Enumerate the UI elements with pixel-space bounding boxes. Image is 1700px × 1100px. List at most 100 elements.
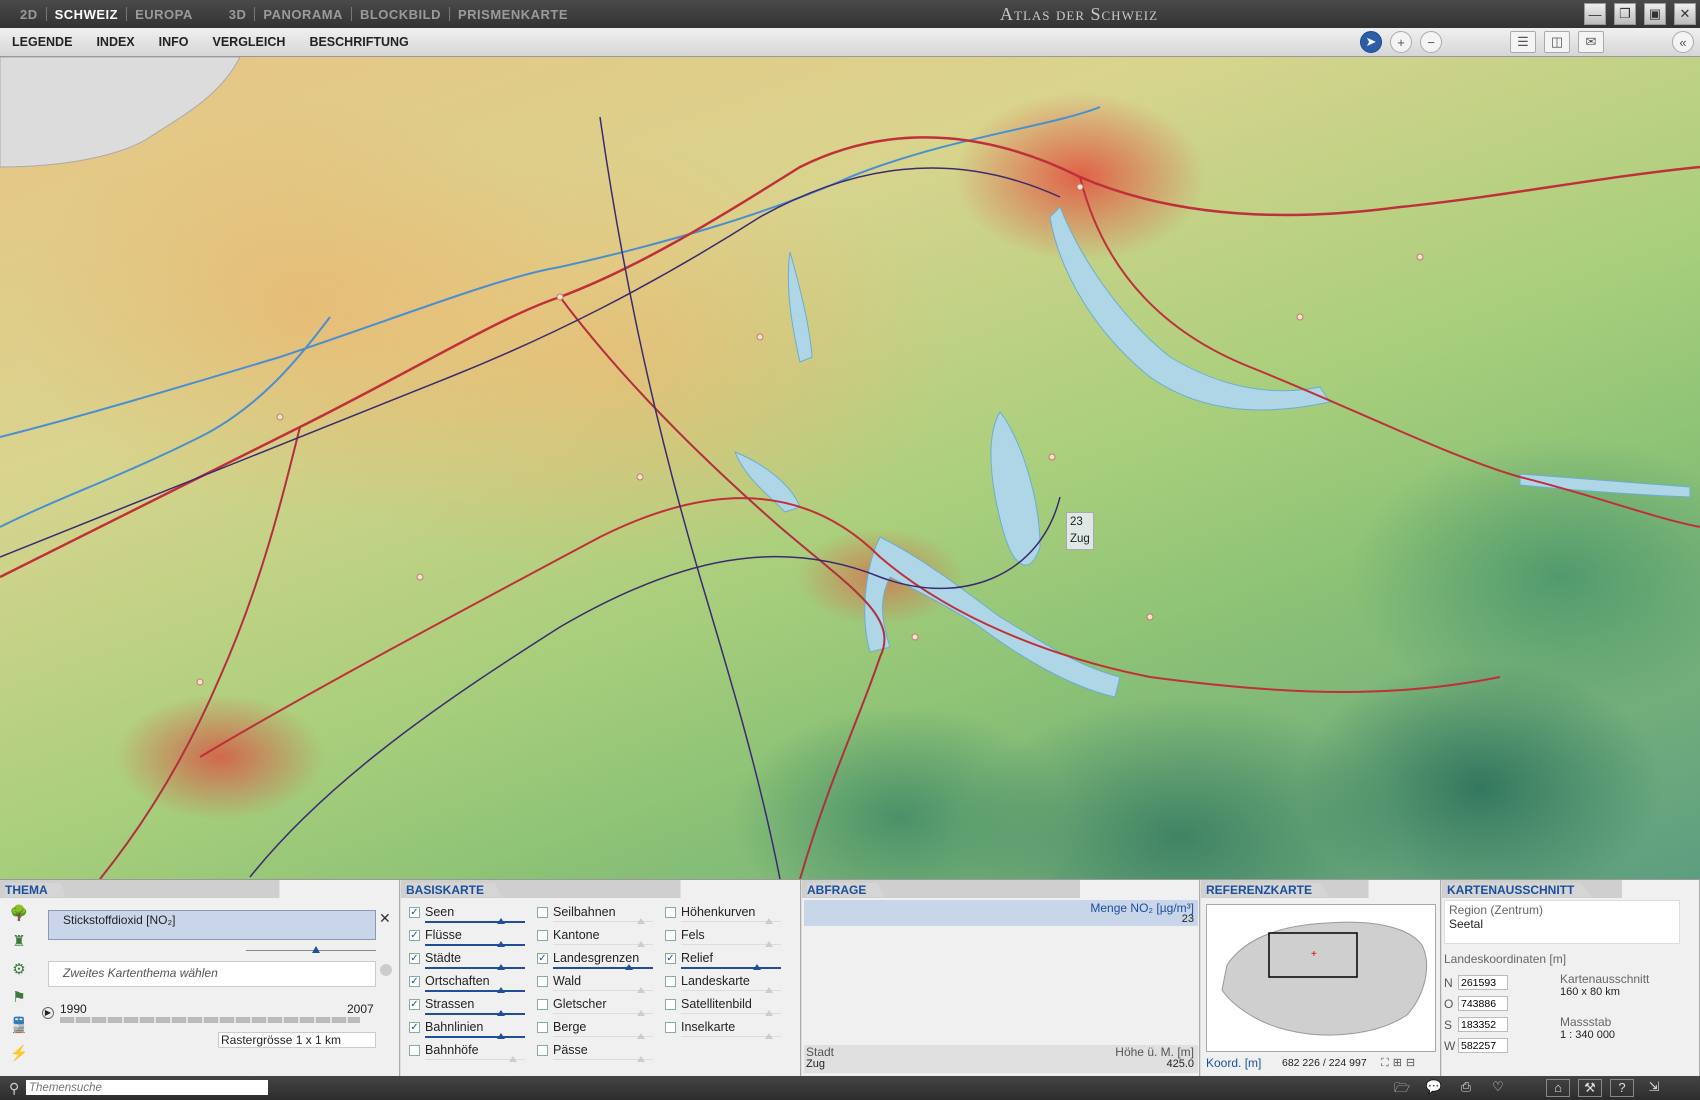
resize-icon[interactable]: ⇲ — [1642, 1079, 1666, 1097]
zoom-out-icon[interactable]: − — [1420, 31, 1442, 53]
layer-opacity-handle[interactable] — [497, 987, 505, 993]
zoom-out-icon[interactable]: ⊟ — [1406, 1057, 1419, 1069]
opacity-slider-track[interactable] — [246, 950, 376, 951]
layer-checkbox[interactable]: ✓ — [409, 953, 420, 964]
economy-icon[interactable]: ⚙ — [6, 958, 32, 980]
menu-vergleich[interactable]: VERGLEICH — [201, 35, 298, 49]
help-icon[interactable]: ? — [1610, 1079, 1634, 1097]
layer-toggle[interactable]: ✓ Landesgrenzen — [537, 950, 657, 973]
menu-index[interactable]: INDEX — [84, 35, 146, 49]
tools-icon[interactable]: ⚒ — [1578, 1079, 1602, 1097]
current-theme[interactable]: Stickstoffdioxid [NO₂] — [48, 910, 376, 940]
clear-icon[interactable] — [380, 964, 392, 976]
tab-prismenkarte[interactable]: PRISMENKARTE — [450, 7, 576, 22]
layer-opacity-handle[interactable] — [497, 1033, 505, 1039]
layer-opacity-handle[interactable] — [625, 964, 633, 970]
zoom-in-icon[interactable]: ⊞ — [1393, 1057, 1406, 1069]
print-icon[interactable]: ⎙ — [1454, 1079, 1478, 1097]
layer-opacity-handle[interactable] — [765, 1033, 773, 1039]
close-icon[interactable]: ✕ — [379, 910, 391, 927]
layer-toggle[interactable]: Landeskarte — [665, 973, 785, 996]
layer-toggle[interactable]: ✓ Relief — [665, 950, 785, 973]
layer-toggle[interactable]: Fels — [665, 927, 785, 950]
fullscreen-icon[interactable]: ▣ — [1644, 3, 1666, 25]
north-input[interactable] — [1458, 975, 1508, 990]
horizontal-split-icon[interactable]: ☰ — [1510, 31, 1536, 53]
vertical-split-icon[interactable]: ◫ — [1544, 31, 1570, 53]
layer-opacity-handle[interactable] — [637, 987, 645, 993]
layer-toggle[interactable]: Seilbahnen — [537, 904, 657, 927]
minimize-icon[interactable]: — — [1584, 3, 1606, 25]
map-canvas[interactable]: 23 Zug — [0, 57, 1700, 879]
layer-opacity-handle[interactable] — [497, 918, 505, 924]
layer-toggle[interactable]: Pässe — [537, 1042, 657, 1065]
restore-icon[interactable]: ❐ — [1614, 3, 1636, 25]
layer-toggle[interactable]: ✓ Ortschaften — [409, 973, 529, 996]
layer-checkbox[interactable] — [537, 1022, 548, 1033]
tab-3d[interactable]: 3D — [221, 7, 255, 22]
layer-toggle[interactable]: Gletscher — [537, 996, 657, 1019]
zoom-in-icon[interactable]: + — [1390, 31, 1412, 53]
time-slider-track[interactable] — [60, 1017, 360, 1023]
layer-checkbox[interactable] — [665, 907, 676, 918]
layer-toggle[interactable]: ✓ Flüsse — [409, 927, 529, 950]
layer-checkbox[interactable]: ✓ — [409, 976, 420, 987]
reference-map[interactable]: + — [1206, 904, 1436, 1052]
layer-checkbox[interactable]: ✓ — [665, 953, 676, 964]
layer-toggle[interactable]: ✓ Bahnlinien — [409, 1019, 529, 1042]
opacity-slider-handle[interactable] — [312, 946, 320, 953]
south-input[interactable] — [1458, 1017, 1508, 1032]
layer-toggle[interactable]: Inselkarte — [665, 1019, 785, 1042]
layer-opacity-slider[interactable] — [425, 967, 525, 969]
east-input[interactable] — [1458, 996, 1508, 1011]
layer-opacity-handle[interactable] — [765, 1010, 773, 1016]
tab-panorama[interactable]: PANORAMA — [255, 7, 351, 22]
layer-opacity-handle[interactable] — [637, 1056, 645, 1062]
fit-icon[interactable]: ⛶ — [1381, 1057, 1393, 1069]
layer-checkbox[interactable] — [409, 1045, 420, 1056]
layer-opacity-handle[interactable] — [637, 941, 645, 947]
tab-blockbild[interactable]: BLOCKBILD — [352, 7, 449, 22]
layer-opacity-handle[interactable] — [509, 1056, 517, 1062]
tab-europa[interactable]: EUROPA — [127, 7, 201, 22]
layer-opacity-slider[interactable] — [681, 967, 781, 969]
layer-checkbox[interactable]: ✓ — [409, 1022, 420, 1033]
layer-checkbox[interactable]: ✓ — [409, 999, 420, 1010]
layer-opacity-handle[interactable] — [753, 964, 761, 970]
layer-checkbox[interactable]: ✓ — [537, 953, 548, 964]
envelope-icon[interactable]: ✉ — [1578, 31, 1604, 53]
layer-opacity-handle[interactable] — [637, 1010, 645, 1016]
layer-opacity-handle[interactable] — [765, 941, 773, 947]
layer-checkbox[interactable] — [665, 976, 676, 987]
comment-icon[interactable]: 💬 — [1422, 1079, 1446, 1097]
layer-opacity-handle[interactable] — [497, 1010, 505, 1016]
layer-toggle[interactable]: Wald — [537, 973, 657, 996]
layer-checkbox[interactable]: ✓ — [409, 907, 420, 918]
menu-beschriftung[interactable]: BESCHRIFTUNG — [297, 35, 420, 49]
layer-toggle[interactable]: Bahnhöfe — [409, 1042, 529, 1065]
layer-opacity-slider[interactable] — [425, 990, 525, 992]
close-icon[interactable]: ✕ — [1674, 3, 1696, 25]
tab-schweiz[interactable]: SCHWEIZ — [47, 7, 126, 22]
west-input[interactable] — [1458, 1038, 1508, 1053]
layer-opacity-slider[interactable] — [425, 1013, 525, 1015]
layer-toggle[interactable]: ✓ Städte — [409, 950, 529, 973]
layer-checkbox[interactable] — [537, 930, 548, 941]
layer-checkbox[interactable] — [537, 1045, 548, 1056]
play-icon[interactable]: ▶ — [42, 1007, 54, 1019]
pointer-icon[interactable]: ➤ — [1360, 31, 1382, 53]
layer-toggle[interactable]: ✓ Seen — [409, 904, 529, 927]
layer-opacity-handle[interactable] — [497, 941, 505, 947]
layer-opacity-handle[interactable] — [637, 1033, 645, 1039]
layer-checkbox[interactable] — [537, 999, 548, 1010]
menu-info[interactable]: INFO — [147, 35, 201, 49]
layer-toggle[interactable]: Berge — [537, 1019, 657, 1042]
home-icon[interactable]: ⌂ — [1546, 1079, 1570, 1097]
heart-icon[interactable]: ♡ — [1486, 1079, 1510, 1097]
layer-opacity-handle[interactable] — [765, 918, 773, 924]
transport-icon[interactable]: 🚆 — [6, 1014, 32, 1036]
nature-icon[interactable]: 🌳 — [6, 902, 32, 924]
layer-checkbox[interactable] — [537, 976, 548, 987]
energy-icon[interactable]: ⚡ — [6, 1042, 32, 1064]
layer-opacity-slider[interactable] — [553, 967, 653, 969]
